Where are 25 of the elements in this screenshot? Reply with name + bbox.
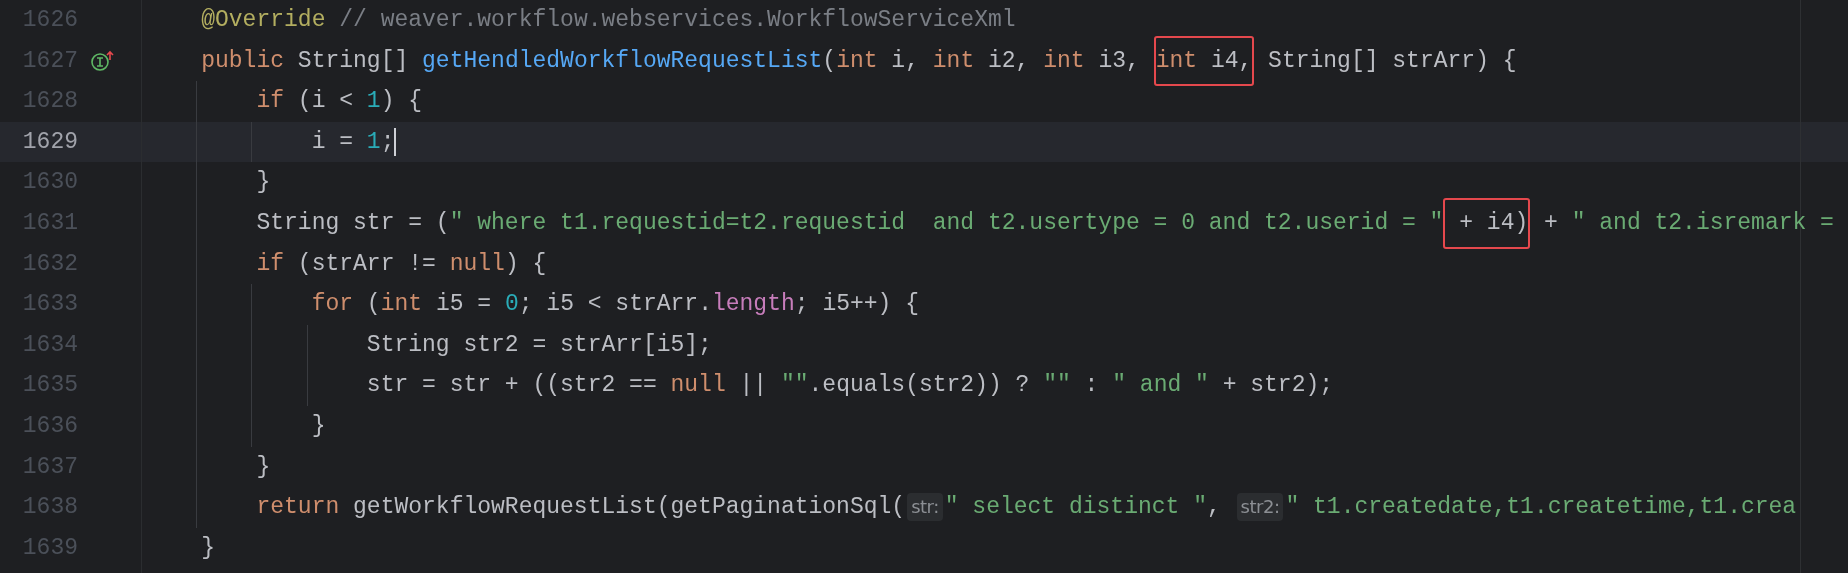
text-cursor: [394, 128, 397, 157]
highlight-box: int i4,: [1153, 35, 1255, 87]
code-text: + " and t2.isremark =: [1543, 209, 1834, 238]
code-text: }: [310, 412, 326, 441]
code-text: for (int i5 = 0; i5 < strArr.length; i5++) {: [310, 290, 919, 320]
code-text: i = 1;: [310, 127, 395, 157]
parameter-hint: str2:: [1236, 493, 1284, 522]
code-text: String[] strArr) {: [1267, 46, 1517, 76]
code-text: str = str + ((str2 == null || "".equals(str2)) ? "" : " and " + str2);: [365, 371, 1334, 401]
code-text: }: [255, 168, 271, 198]
code-text: String str2 = strArr[i5];: [365, 330, 712, 360]
code-text: if (strArr != null) {: [255, 249, 547, 279]
code-text: " select distinct ",: [944, 493, 1222, 523]
implements-icon[interactable]: [90, 49, 114, 72]
code-text: }: [255, 452, 271, 482]
code-text: @Override // weaver.workflow.webservices.WorkflowServiceXml: [200, 6, 1016, 36]
code-text: " t1.createdate,t1.createtime,t1.crea: [1285, 493, 1797, 523]
code-text: public String[] getHendledWorkflowRequestList(int i, int i2, int i3,: [200, 46, 1141, 76]
code-text: return getWorkflowRequestList(getPaginationSql(: [255, 493, 906, 523]
parameter-hint: str:: [907, 493, 943, 522]
line-number: 1629: [21, 127, 78, 157]
code-text: }: [200, 533, 215, 563]
code-text: String str = (" where t1.requestid=t2.requestid and t2.usertype = 0 and t2.userid = ": [255, 209, 1444, 238]
highlight-box: + i4): [1443, 198, 1531, 249]
code-text: if (i < 1) {: [255, 87, 423, 117]
